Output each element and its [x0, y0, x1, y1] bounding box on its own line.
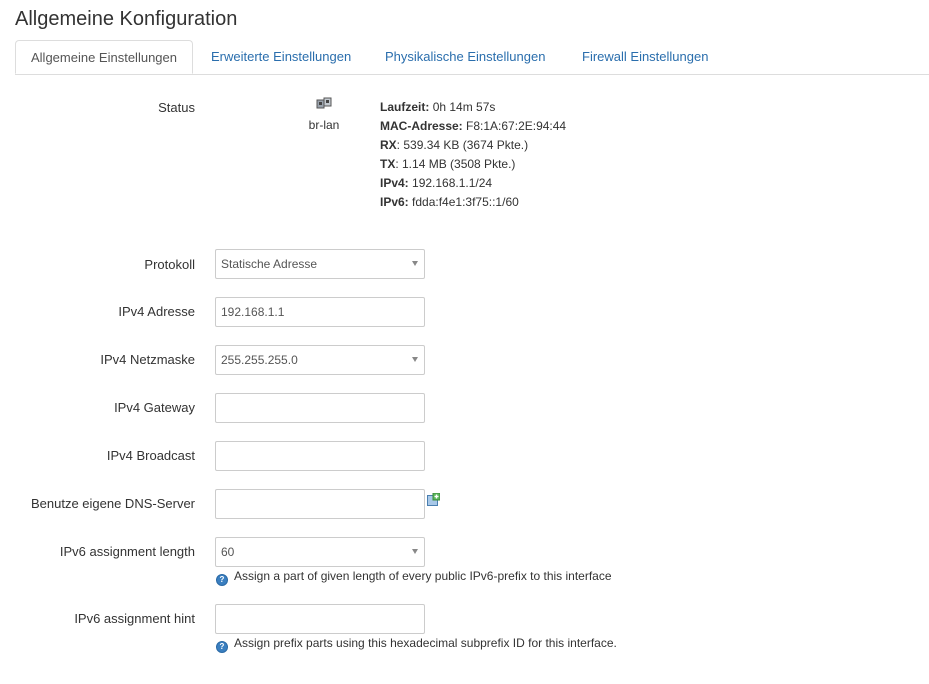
protocol-label: Protokoll	[144, 257, 195, 272]
status-label: Status	[158, 100, 195, 115]
mac-line: MAC-Adresse: F8:1A:67:2E:94:44	[380, 119, 567, 133]
help-icon: ?	[216, 641, 228, 653]
tab-bar: Allgemeine Einstellungen Erweiterte Eins…	[15, 40, 929, 75]
ipv6-length-label: IPv6 assignment length	[59, 544, 195, 559]
ipv4-gateway-input[interactable]	[215, 393, 425, 423]
ipv6-length-value: 60	[221, 545, 235, 559]
ipv4-line: IPv4: 192.168.1.1/24	[380, 176, 493, 190]
ipv4-netmask-label: IPv4 Netzmaske	[100, 352, 195, 367]
help-icon: ?	[216, 574, 228, 586]
protocol-select[interactable]: Statische Adresse	[215, 249, 425, 279]
tx-line: TX: 1.14 MB (3508 Pkte.)	[380, 157, 516, 171]
chevron-down-icon	[412, 549, 418, 554]
status-interface: br-lan	[304, 97, 344, 132]
ipv6-hint-description: ? Assign prefix parts using this hexadeci…	[216, 636, 617, 653]
ipv6-length-hint: ? Assign a part of given length of every …	[216, 569, 612, 586]
uptime-line: Laufzeit: 0h 14m 57s	[380, 100, 496, 114]
dns-input[interactable]	[215, 489, 425, 519]
protocol-value: Statische Adresse	[221, 257, 318, 271]
ipv6-hint-label: IPv6 assignment hint	[74, 611, 195, 626]
ipv6-hint-input[interactable]	[215, 604, 425, 634]
dns-label: Benutze eigene DNS-Server	[30, 496, 195, 511]
ipv4-netmask-select[interactable]: 255.255.255.0	[215, 345, 425, 375]
ipv4-gateway-label: IPv4 Gateway	[114, 400, 195, 415]
tab-firewall-settings[interactable]: Firewall Einstellungen	[582, 40, 708, 74]
ipv4-address-label: IPv4 Adresse	[118, 304, 195, 319]
ipv4-broadcast-label: IPv4 Broadcast	[106, 448, 195, 463]
tab-general-settings[interactable]: Allgemeine Einstellungen	[15, 40, 193, 74]
page-title: Allgemeine Konfiguration	[15, 8, 238, 30]
tab-physical-settings[interactable]: Physikalische Einstellungen	[385, 40, 545, 74]
chevron-down-icon	[412, 357, 418, 362]
tab-advanced-settings[interactable]: Erweiterte Einstellungen	[211, 40, 351, 74]
ipv4-address-input[interactable]	[215, 297, 425, 327]
add-entry-icon[interactable]	[427, 493, 440, 506]
rx-line: RX: 539.34 KB (3674 Pkte.)	[380, 138, 529, 152]
chevron-down-icon	[412, 261, 418, 266]
status-details: Laufzeit: 0h 14m 57s MAC-Adresse: F8:1A:…	[380, 98, 566, 212]
ipv4-netmask-value: 255.255.255.0	[221, 353, 298, 367]
ipv4-broadcast-input[interactable]	[215, 441, 425, 471]
ipv6-line: IPv6: fdda:f4e1:3f75::1/60	[380, 195, 519, 209]
network-bridge-icon	[316, 97, 332, 109]
ipv6-length-select[interactable]: 60	[215, 537, 425, 567]
interface-name: br-lan	[308, 118, 340, 132]
